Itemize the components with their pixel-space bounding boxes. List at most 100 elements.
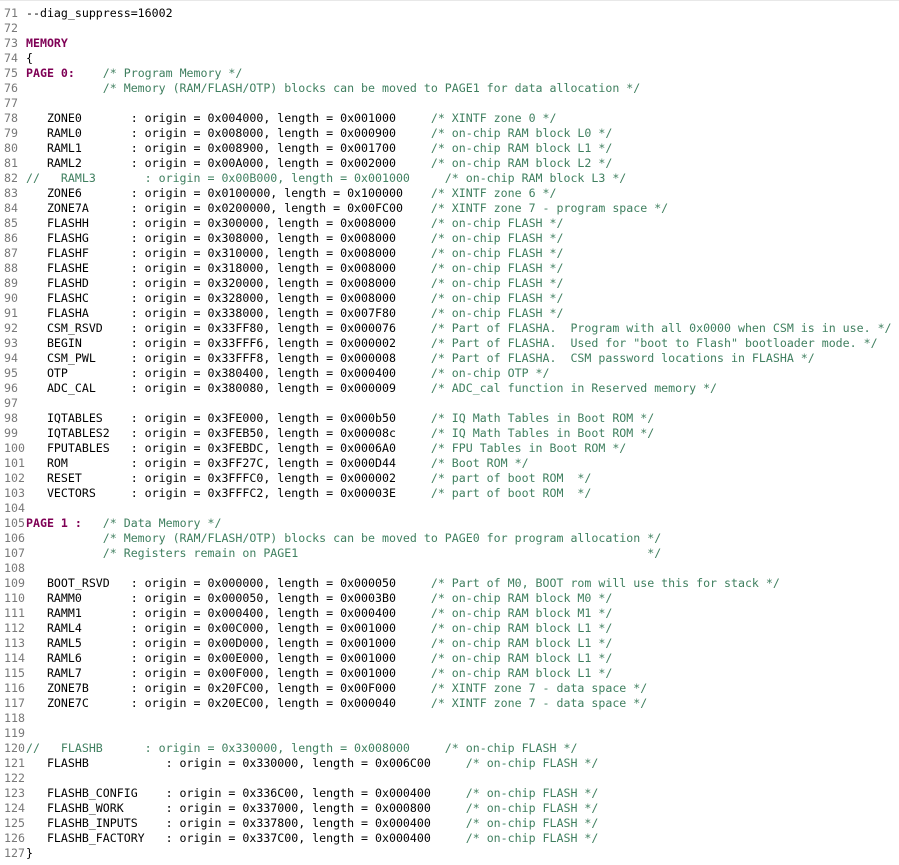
code-text: FLASHH : origin = 0x300000, length = 0x0… bbox=[26, 216, 431, 230]
comment-text: /* Boot ROM */ bbox=[430, 456, 529, 470]
comment-text: /* on-chip RAM block L1 */ bbox=[430, 651, 613, 665]
line-number: 123 bbox=[4, 786, 25, 800]
code-line[interactable]: 76 /* Memory (RAM/FLASH/OTP) blocks can … bbox=[0, 81, 640, 96]
code-line[interactable]: 79 RAML0 : origin = 0x008000, length = 0… bbox=[0, 126, 612, 141]
line-number: 77 bbox=[4, 96, 18, 110]
code-line[interactable]: 102 RESET : origin = 0x3FFFC0, length = … bbox=[0, 471, 591, 486]
code-text: ZONE6 : origin = 0x0100000, length = 0x1… bbox=[26, 186, 431, 200]
code-line[interactable]: 115 RAML7 : origin = 0x00F000, length = … bbox=[0, 666, 612, 681]
code-text: IQTABLES2 : origin = 0x3FEB50, length = … bbox=[26, 426, 431, 440]
code-line[interactable]: 82 // RAML3 : origin = 0x00B000, length =… bbox=[0, 171, 626, 186]
code-editor[interactable]: 71 --diag_suppress=16002 72 73 MEMORY 74 {75 PA… bbox=[0, 0, 899, 865]
code-line[interactable]: 114 RAML6 : origin = 0x00E000, length = … bbox=[0, 651, 612, 666]
code-line[interactable]: 86 FLASHG : origin = 0x308000, length = … bbox=[0, 231, 563, 246]
code-line[interactable]: 78 ZONE0 : origin = 0x004000, length = 0… bbox=[0, 111, 556, 126]
code-line[interactable]: 106 /* Memory (RAM/FLASH/OTP) blocks can… bbox=[0, 531, 661, 546]
code-line[interactable]: 103 VECTORS : origin = 0x3FFFC2, length … bbox=[0, 486, 591, 501]
line-number: 95 bbox=[4, 366, 18, 380]
line-number: 101 bbox=[4, 456, 25, 470]
code-line[interactable]: 126 FLASHB_FACTORY : origin = 0x337C00, … bbox=[0, 831, 598, 846]
code-line[interactable]: 85 FLASHH : origin = 0x300000, length = … bbox=[0, 216, 563, 231]
code-text: FLASHB_CONFIG : origin = 0x336C00, lengt… bbox=[26, 786, 466, 800]
code-line[interactable]: 93 BEGIN : origin = 0x33FFF6, length = 0… bbox=[0, 336, 878, 351]
code-line[interactable]: 100 FPUTABLES : origin = 0x3FEBDC, lengt… bbox=[0, 441, 626, 456]
code-line[interactable]: 92 CSM_RSVD : origin = 0x33FF80, length … bbox=[0, 321, 892, 336]
code-line[interactable]: 97 bbox=[0, 396, 26, 411]
code-line[interactable]: 120// FLASHB : origin = 0x330000, length… bbox=[0, 741, 577, 756]
code-line[interactable]: 99 IQTABLES2 : origin = 0x3FEB50, length… bbox=[0, 426, 654, 441]
keyword-text: PAGE 1 : bbox=[26, 516, 82, 530]
code-line[interactable]: 119 bbox=[0, 726, 26, 741]
line-number: 98 bbox=[4, 411, 18, 425]
comment-text: /* XINTF zone 6 */ bbox=[430, 186, 557, 200]
code-line[interactable]: 95 OTP : origin = 0x380400, length = 0x0… bbox=[0, 366, 550, 381]
line-number: 103 bbox=[4, 486, 25, 500]
code-line[interactable]: 111 RAMM1 : origin = 0x000400, length = … bbox=[0, 606, 612, 621]
code-text: FLASHD : origin = 0x320000, length = 0x0… bbox=[26, 276, 431, 290]
code-line[interactable]: 107 /* Registers remain on PAGE1 */ bbox=[0, 546, 661, 561]
code-line[interactable]: 77 bbox=[0, 96, 26, 111]
code-text: ZONE7B : origin = 0x20FC00, length = 0x0… bbox=[26, 681, 431, 695]
code-line[interactable]: 71 --diag_suppress=16002 bbox=[0, 6, 173, 21]
code-line[interactable]: 113 RAML5 : origin = 0x00D000, length = … bbox=[0, 636, 612, 651]
code-line[interactable]: 124 FLASHB_WORK : origin = 0x337000, len… bbox=[0, 801, 598, 816]
code-line[interactable]: 123 FLASHB_CONFIG : origin = 0x336C00, l… bbox=[0, 786, 598, 801]
comment-text: /* IQ Math Tables in Boot ROM */ bbox=[430, 426, 655, 440]
comment-text: /* part of boot ROM */ bbox=[430, 486, 592, 500]
comment-text: /* on-chip FLASH */ bbox=[430, 231, 564, 245]
line-number: 109 bbox=[4, 576, 25, 590]
code-line[interactable]: 72 bbox=[0, 21, 26, 36]
line-number: 112 bbox=[4, 621, 25, 635]
comment-text: /* Registers remain on PAGE1 */ bbox=[102, 546, 662, 560]
code-line[interactable]: 125 FLASHB_INPUTS : origin = 0x337800, l… bbox=[0, 816, 598, 831]
code-line[interactable]: 81 RAML2 : origin = 0x00A000, length = 0… bbox=[0, 156, 612, 171]
code-line[interactable]: 84 ZONE7A : origin = 0x0200000, length =… bbox=[0, 201, 668, 216]
code-line[interactable]: 75 PAGE 0: /* Program Memory */ bbox=[0, 66, 242, 81]
code-line[interactable]: 89 FLASHD : origin = 0x320000, length = … bbox=[0, 276, 563, 291]
comment-text: /* on-chip FLASH */ bbox=[430, 216, 564, 230]
line-number: 104 bbox=[4, 501, 25, 515]
code-line[interactable]: 112 RAML4 : origin = 0x00C000, length = … bbox=[0, 621, 612, 636]
code-line[interactable]: 121 FLASHB : origin = 0x330000, length =… bbox=[0, 756, 598, 771]
code-text: CSM_RSVD : origin = 0x33FF80, length = 0… bbox=[26, 321, 431, 335]
comment-text: /* Part of FLASHA. Program with all 0x00… bbox=[430, 321, 892, 335]
code-line[interactable]: 98 IQTABLES : origin = 0x3FE000, length … bbox=[0, 411, 654, 426]
code-line[interactable]: 91 FLASHA : origin = 0x338000, length = … bbox=[0, 306, 563, 321]
code-line[interactable]: 122 bbox=[0, 771, 26, 786]
code-text: FLASHG : origin = 0x308000, length = 0x0… bbox=[26, 231, 431, 245]
code-line[interactable]: 87 FLASHF : origin = 0x310000, length = … bbox=[0, 246, 563, 261]
code-line[interactable]: 80 RAML1 : origin = 0x008900, length = 0… bbox=[0, 141, 612, 156]
code-line[interactable]: 83 ZONE6 : origin = 0x0100000, length = … bbox=[0, 186, 556, 201]
code-line[interactable]: 118 bbox=[0, 711, 26, 726]
comment-text: /* XINTF zone 0 */ bbox=[430, 111, 557, 125]
code-line[interactable]: 110 RAMM0 : origin = 0x000050, length = … bbox=[0, 591, 612, 606]
comment-text: /* Data Memory */ bbox=[102, 516, 222, 530]
code-text: CSM_PWL : origin = 0x33FFF8, length = 0x… bbox=[26, 351, 431, 365]
code-line[interactable]: 104 bbox=[0, 501, 26, 516]
code-text: VECTORS : origin = 0x3FFFC2, length = 0x… bbox=[26, 486, 431, 500]
comment-text: /* on-chip FLASH */ bbox=[430, 276, 564, 290]
code-line[interactable]: 108 bbox=[0, 561, 26, 576]
code-line[interactable]: 105PAGE 1 : /* Data Memory */ bbox=[0, 516, 221, 531]
line-number: 120 bbox=[4, 741, 25, 755]
line-number: 78 bbox=[4, 111, 18, 125]
code-line[interactable]: 101 ROM : origin = 0x3FF27C, length = 0x… bbox=[0, 456, 529, 471]
code-line[interactable]: 109 BOOT_RSVD : origin = 0x000000, lengt… bbox=[0, 576, 780, 591]
line-number: 124 bbox=[4, 801, 25, 815]
code-text: RAML6 : origin = 0x00E000, length = 0x00… bbox=[26, 651, 431, 665]
code-line[interactable]: 94 CSM_PWL : origin = 0x33FFF8, length =… bbox=[0, 351, 815, 366]
code-line[interactable]: 117 ZONE7C : origin = 0x20EC00, length =… bbox=[0, 696, 647, 711]
code-line[interactable]: 96 ADC_CAL : origin = 0x380080, length =… bbox=[0, 381, 717, 396]
code-line[interactable]: 88 FLASHE : origin = 0x318000, length = … bbox=[0, 261, 563, 276]
line-number: 76 bbox=[4, 81, 18, 95]
code-line[interactable]: 127} bbox=[0, 846, 33, 861]
line-number: 113 bbox=[4, 636, 25, 650]
code-line[interactable]: 73 MEMORY bbox=[0, 36, 68, 51]
code-line[interactable]: 90 FLASHC : origin = 0x328000, length = … bbox=[0, 291, 563, 306]
code-line[interactable]: 116 ZONE7B : origin = 0x20FC00, length =… bbox=[0, 681, 647, 696]
code-line[interactable]: 74 { bbox=[0, 51, 33, 66]
code-text: RAMM0 : origin = 0x000050, length = 0x00… bbox=[26, 591, 431, 605]
